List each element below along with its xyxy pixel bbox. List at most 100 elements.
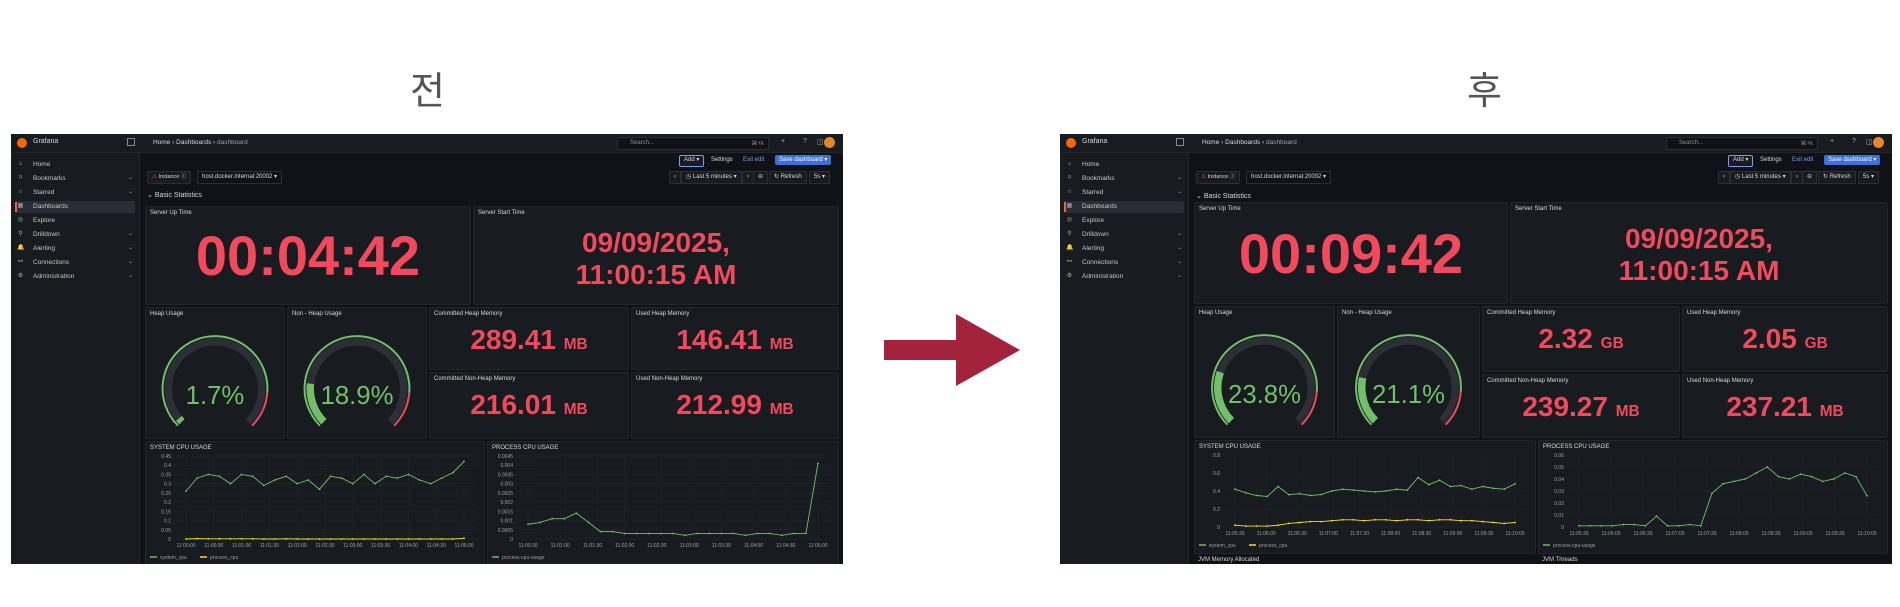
legend-item[interactable]: system_cpu xyxy=(1209,543,1236,549)
time-range-picker[interactable]: ◷ Last 5 minutes ▾ xyxy=(681,171,742,184)
plus-icon[interactable]: + xyxy=(1830,138,1834,145)
refresh-interval-select[interactable]: 5s ▾ xyxy=(809,171,831,184)
refresh-button[interactable]: ↻ Refresh xyxy=(1818,171,1856,184)
exit-edit-button[interactable]: Exit edit xyxy=(1788,155,1817,165)
panel-used-heap[interactable]: Used Heap Memory 146.41 MB xyxy=(631,307,839,370)
sidebar-item-alerting[interactable]: 🔔 Alerting ⌄ xyxy=(1064,243,1184,255)
save-dashboard-button[interactable]: Save dashboard ▾ xyxy=(775,155,832,165)
panel-used-non-heap[interactable]: Used Non-Heap Memory 212.99 MB xyxy=(631,372,839,439)
add-button[interactable]: Add ▾ xyxy=(1728,155,1754,167)
zoom-out-button[interactable]: ⊖ xyxy=(753,171,769,184)
panel-committed-non-heap[interactable]: Committed Non-Heap Memory 239.27 MB xyxy=(1482,374,1680,438)
news-icon[interactable]: ◫ xyxy=(1866,138,1873,146)
time-back-button[interactable]: ‹ xyxy=(669,171,681,184)
data-point xyxy=(1298,521,1301,524)
panel-heap-usage[interactable]: Heap Usage 23.8% xyxy=(1194,306,1335,438)
dock-menu-icon[interactable] xyxy=(1176,138,1184,146)
breadcrumb-dashboards[interactable]: Dashboards xyxy=(176,139,211,146)
chevron-down-icon[interactable]: ⌄ xyxy=(128,258,133,265)
zoom-out-button[interactable]: ⊖ xyxy=(1802,171,1818,184)
settings-button[interactable]: Settings xyxy=(1756,155,1786,165)
sidebar-item-drilldown[interactable]: ⚲ Drilldown ⌄ xyxy=(1064,229,1184,241)
panel-process-cpu-usage[interactable]: PROCESS CPU USAGE 0.0045 0.004 0.0035 0.003… xyxy=(487,441,839,564)
breadcrumb-dashboards[interactable]: Dashboards xyxy=(1225,139,1260,146)
search-input[interactable]: Search... ⌘+k xyxy=(1666,137,1818,150)
dock-menu-icon[interactable] xyxy=(127,138,135,146)
alert-icon: 🔔 xyxy=(17,245,25,251)
news-icon[interactable]: ◫ xyxy=(817,138,824,146)
refresh-button[interactable]: ↻ Refresh xyxy=(769,171,807,184)
sidebar-item-starred[interactable]: ☆ Starred ⌄ xyxy=(15,187,135,199)
sidebar-item-connections[interactable]: ⚯ Connections ⌄ xyxy=(1064,257,1184,269)
sidebar-item-bookmarks[interactable]: ⌑ Bookmarks ⌄ xyxy=(1064,173,1184,185)
sidebar-item-administration[interactable]: ⚙ Administration ⌄ xyxy=(15,271,135,283)
sidebar-item-alerting[interactable]: 🔔 Alerting ⌄ xyxy=(15,243,135,255)
panel-committed-heap[interactable]: Committed Heap Memory 289.41 MB xyxy=(429,307,629,370)
time-back-button[interactable]: ‹ xyxy=(1718,171,1730,184)
breadcrumb-home[interactable]: Home xyxy=(153,139,170,146)
legend-item[interactable]: process_cpu xyxy=(210,555,239,561)
sidebar-item-dashboards[interactable]: ▦ Dashboards xyxy=(1064,201,1184,213)
panel-committed-non-heap[interactable]: Committed Non-Heap Memory 216.01 MB xyxy=(429,372,629,439)
panel-committed-heap[interactable]: Committed Heap Memory 2.32 GB xyxy=(1482,306,1680,372)
sidebar-item-dashboards[interactable]: ▦ Dashboards xyxy=(15,201,135,213)
legend-item[interactable]: process-cpu-usage xyxy=(1553,543,1596,549)
dashboards-icon: ▦ xyxy=(17,203,24,209)
panel-non-heap-usage[interactable]: Non - Heap Usage 18.9% xyxy=(287,307,427,439)
legend-item[interactable]: system_cpu xyxy=(160,555,187,561)
panel-non-heap-usage[interactable]: Non - Heap Usage 21.1% xyxy=(1337,306,1480,438)
breadcrumb-home[interactable]: Home xyxy=(1202,139,1219,146)
sidebar-item-explore[interactable]: ◎ Explore xyxy=(1064,215,1184,227)
chevron-down-icon[interactable]: ⌄ xyxy=(1177,230,1182,237)
data-point xyxy=(527,523,529,526)
chevron-down-icon[interactable]: ⌄ xyxy=(128,272,133,279)
panel-used-heap[interactable]: Used Heap Memory 2.05 GB xyxy=(1682,306,1888,372)
instance-select[interactable]: host.docker.internal:20002 ▾ xyxy=(1246,171,1332,184)
settings-button[interactable]: Settings xyxy=(707,155,737,165)
chevron-down-icon[interactable]: ⌄ xyxy=(1177,272,1182,279)
chevron-down-icon[interactable]: ⌄ xyxy=(1177,244,1182,251)
help-icon[interactable]: ? xyxy=(803,138,807,145)
save-dashboard-button[interactable]: Save dashboard ▾ xyxy=(1824,155,1881,165)
chevron-down-icon[interactable]: ⌄ xyxy=(1177,174,1182,181)
chevron-down-icon[interactable]: ⌄ xyxy=(128,188,133,195)
sidebar-item-administration[interactable]: ⚙ Administration ⌄ xyxy=(1064,271,1184,283)
panel-server-start-time[interactable]: Server Start Time 09/09/2025, 11:00:15 A… xyxy=(473,206,839,305)
panel-system-cpu-usage[interactable]: SYSTEM CPU USAGE 0.45 0.4 0.35 0.3 0.25 0.2 0.… xyxy=(145,441,485,564)
panel-server-up-time[interactable]: Server Up Time 00:09:42 xyxy=(1194,202,1508,304)
search-input[interactable]: Search... ⌘+k xyxy=(617,137,769,150)
help-icon[interactable]: ? xyxy=(1852,138,1856,145)
panel-system-cpu-usage[interactable]: SYSTEM CPU USAGE 0.8 0.6 0.4 0.2 0 11:05:30 11… xyxy=(1194,440,1536,554)
exit-edit-button[interactable]: Exit edit xyxy=(739,155,768,165)
avatar[interactable] xyxy=(824,137,835,148)
panel-process-cpu-usage[interactable]: PROCESS CPU USAGE 0.06 0.05 0.04 0.03 0.02 0.… xyxy=(1538,440,1888,554)
panel-server-start-time[interactable]: Server Start Time 09/09/2025, 11:00:15 A… xyxy=(1510,202,1888,304)
chevron-down-icon[interactable]: ⌄ xyxy=(1177,188,1182,195)
legend-item[interactable]: process_cpu xyxy=(1259,543,1288,549)
sidebar-item-drilldown[interactable]: ⚲ Drilldown ⌄ xyxy=(15,229,135,241)
chevron-down-icon[interactable]: ⌄ xyxy=(128,174,133,181)
sidebar-item-home[interactable]: ⌂ Home xyxy=(15,159,135,171)
chevron-down-icon[interactable]: ⌄ xyxy=(128,230,133,237)
sidebar-item-explore[interactable]: ◎ Explore xyxy=(15,215,135,227)
refresh-interval-select[interactable]: 5s ▾ xyxy=(1858,171,1880,184)
y-tick-label: 0 xyxy=(1561,525,1564,531)
row-title[interactable]: ⌄ Basic Statistics xyxy=(147,191,202,199)
sidebar-item-bookmarks[interactable]: ⌑ Bookmarks ⌄ xyxy=(15,173,135,185)
plus-icon[interactable]: + xyxy=(781,138,785,145)
sidebar-item-starred[interactable]: ☆ Starred ⌄ xyxy=(1064,187,1184,199)
panel-server-up-time[interactable]: Server Up Time 00:04:42 xyxy=(145,206,471,305)
sidebar-item-home[interactable]: ⌂ Home xyxy=(1064,159,1184,171)
row-title[interactable]: ⌄ Basic Statistics xyxy=(1196,192,1251,200)
sidebar-item-connections[interactable]: ⚯ Connections ⌄ xyxy=(15,257,135,269)
panel-heap-usage[interactable]: Heap Usage 1.7% xyxy=(145,307,285,439)
avatar[interactable] xyxy=(1873,137,1884,148)
panel-used-non-heap[interactable]: Used Non-Heap Memory 237.21 MB xyxy=(1682,374,1888,438)
instance-select[interactable]: host.docker.internal:20002 ▾ xyxy=(197,171,283,184)
data-point xyxy=(720,532,723,535)
time-range-picker[interactable]: ◷ Last 5 minutes ▾ xyxy=(1730,171,1791,184)
chevron-down-icon[interactable]: ⌄ xyxy=(128,244,133,251)
chevron-down-icon[interactable]: ⌄ xyxy=(1177,258,1182,265)
legend-item[interactable]: process-cpu-usage xyxy=(502,555,545,561)
add-button[interactable]: Add ▾ xyxy=(679,155,705,167)
